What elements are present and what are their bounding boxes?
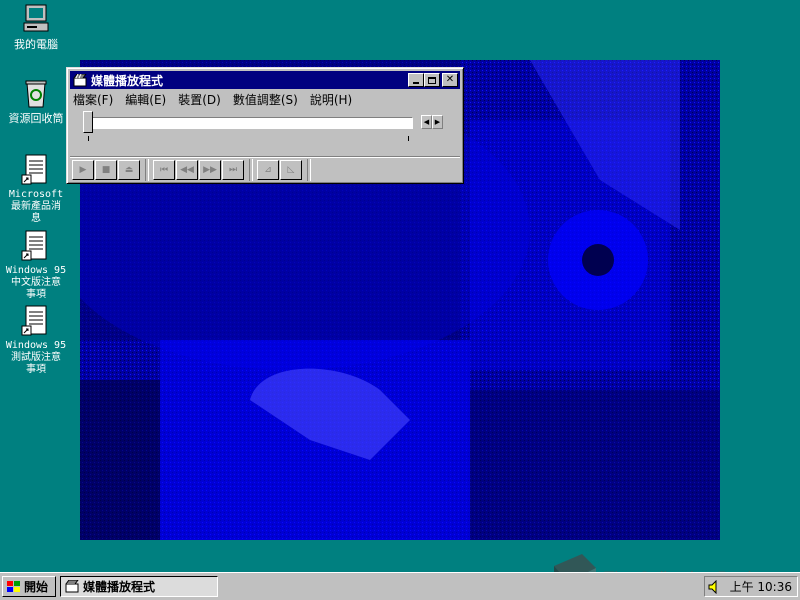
play-button[interactable]: ▶ — [72, 160, 94, 180]
menu-scale[interactable]: 數值調整(S) — [233, 91, 298, 108]
minimize-icon — [413, 82, 419, 84]
next-mark-button[interactable]: ⏭ — [222, 160, 244, 180]
start-button[interactable]: 開始 — [2, 576, 56, 597]
seek-track[interactable] — [83, 117, 413, 129]
window-title: 媒體播放程式 — [91, 73, 164, 88]
windows-logo-icon — [6, 580, 22, 594]
start-selection-button[interactable]: ⊿ — [257, 160, 279, 180]
taskbar-item-label: 媒體播放程式 — [83, 580, 156, 594]
control-separator — [307, 159, 311, 181]
eject-icon: ⏏ — [124, 165, 134, 175]
seek-end-tick — [408, 136, 409, 141]
menu-help[interactable]: 說明(H) — [310, 91, 352, 108]
rewind-button[interactable]: ◀◀ — [176, 160, 198, 180]
stop-button[interactable]: ■ — [95, 160, 117, 180]
desktop-icon-label: 資源回收筒 — [8, 112, 64, 125]
end-selection-button[interactable]: ◺ — [280, 160, 302, 180]
menu-bar: 檔案(F) 編輯(E) 裝置(D) 數值調整(S) 說明(H) — [73, 90, 364, 108]
control-separator — [249, 159, 253, 181]
stop-icon: ■ — [101, 165, 111, 175]
previous-icon: ⏮ — [159, 165, 169, 175]
menu-device[interactable]: 裝置(D) — [178, 91, 221, 108]
desktop-icon-my-computer[interactable]: 我的電腦 — [4, 2, 68, 51]
maximize-button[interactable] — [424, 73, 440, 87]
end-selection-icon: ◺ — [287, 165, 295, 175]
taskbar: 開始 媒體播放程式 上午 10:36 — [0, 572, 800, 600]
selection-scroll-buttons: ◀ ▶ — [421, 115, 443, 129]
window-titlebar[interactable]: 媒體播放程式 ✕ — [70, 71, 460, 89]
document-shortcut-icon — [19, 303, 53, 337]
media-player-window[interactable]: 媒體播放程式 ✕ 檔案(F) 編輯(E) 裝置(D) 數值調整(S) 說明(H)… — [66, 67, 464, 184]
desktop-icon-label: 我的電腦 — [14, 38, 58, 51]
previous-mark-button[interactable]: ⏮ — [153, 160, 175, 180]
document-shortcut-icon — [19, 228, 53, 262]
start-label: 開始 — [24, 580, 49, 594]
system-tray: 上午 10:36 — [704, 576, 798, 597]
control-separator — [145, 159, 149, 181]
scroll-left-button[interactable]: ◀ — [421, 115, 432, 129]
taskbar-item-media-player[interactable]: 媒體播放程式 — [60, 576, 218, 597]
menu-file[interactable]: 檔案(F) — [73, 91, 113, 108]
media-player-icon — [73, 73, 87, 87]
desktop-icon-microsoft-news[interactable]: Microsoft 最新產品消 息 — [4, 152, 68, 225]
desktop-icon-recycle-bin[interactable]: 資源回收筒 — [4, 76, 68, 125]
document-shortcut-icon — [19, 152, 53, 186]
maximize-icon — [428, 76, 436, 84]
next-icon: ⏭ — [228, 165, 238, 175]
start-selection-icon: ⊿ — [264, 165, 272, 175]
rewind-icon: ◀◀ — [180, 165, 194, 175]
fast-forward-icon: ▶▶ — [203, 165, 217, 175]
seek-slider-thumb[interactable] — [83, 111, 93, 133]
fast-forward-button[interactable]: ▶▶ — [199, 160, 221, 180]
computer-icon — [19, 2, 53, 36]
seek-start-tick — [88, 136, 89, 141]
play-icon: ▶ — [79, 165, 87, 175]
desktop-icon-label: Windows 95 中文版注意 事項 — [5, 265, 67, 300]
minimize-button[interactable] — [408, 73, 424, 87]
desktop-icon-label: Microsoft 最新產品消 息 — [8, 189, 64, 224]
close-icon: ✕ — [445, 74, 455, 85]
desktop-icon-win95-beta-notes[interactable]: Windows 95 測試版注意 事項 — [4, 303, 68, 376]
arrow-left-icon: ◀ — [423, 118, 430, 126]
eject-button[interactable]: ⏏ — [118, 160, 140, 180]
volume-icon[interactable] — [708, 579, 722, 594]
desktop-icon-win95-notes[interactable]: Windows 95 中文版注意 事項 — [4, 228, 68, 301]
scroll-right-button[interactable]: ▶ — [432, 115, 443, 129]
menu-edit[interactable]: 編輯(E) — [125, 91, 166, 108]
desktop-icon-label: Windows 95 測試版注意 事項 — [5, 340, 67, 375]
clock[interactable]: 上午 10:36 — [730, 578, 792, 595]
media-player-icon — [65, 580, 79, 593]
arrow-right-icon: ▶ — [434, 118, 441, 126]
playback-controls: ▶ ■ ⏏ ⏮ ◀◀ ▶▶ ⏭ ⊿ ◺ — [70, 156, 460, 183]
close-button[interactable]: ✕ — [442, 73, 458, 87]
recycle-bin-icon — [19, 76, 53, 110]
